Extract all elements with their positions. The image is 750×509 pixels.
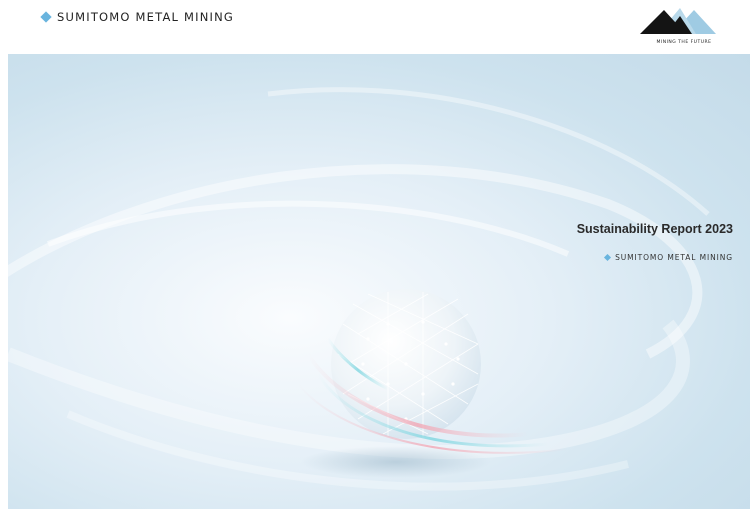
cover-hero xyxy=(8,54,750,509)
brand-subtitle-text: SUMITOMO METAL MINING xyxy=(615,253,733,262)
brand-subtitle: SUMITOMO METAL MINING xyxy=(604,253,733,262)
brand-header: SUMITOMO METAL MINING xyxy=(40,10,235,24)
hero-artwork xyxy=(8,87,710,491)
mountain-logo-icon xyxy=(640,8,716,34)
diamond-icon xyxy=(604,253,612,262)
top-bar: SUMITOMO METAL MINING MINING THE FUTURE xyxy=(0,0,750,52)
company-logo: MINING THE FUTURE xyxy=(636,4,732,50)
report-title: Sustainability Report 2023 xyxy=(576,222,733,236)
diamond-icon xyxy=(40,11,52,23)
light-swirls xyxy=(8,87,710,491)
brand-name: SUMITOMO METAL MINING xyxy=(57,10,235,24)
logo-tagline: MINING THE FUTURE xyxy=(656,40,712,45)
